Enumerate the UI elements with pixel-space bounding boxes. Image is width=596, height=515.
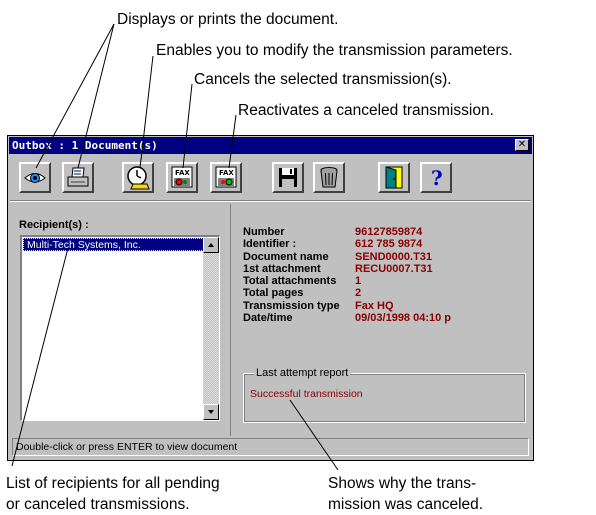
leader-cancel xyxy=(182,83,193,169)
leader-reactivate xyxy=(228,114,237,169)
leader-displays-view xyxy=(35,23,115,169)
callout-leader-lines xyxy=(11,23,339,471)
leader-recipients-list xyxy=(11,247,69,467)
leader-report xyxy=(289,399,339,471)
leader-modify xyxy=(139,55,154,169)
leader-displays-print xyxy=(77,23,115,169)
